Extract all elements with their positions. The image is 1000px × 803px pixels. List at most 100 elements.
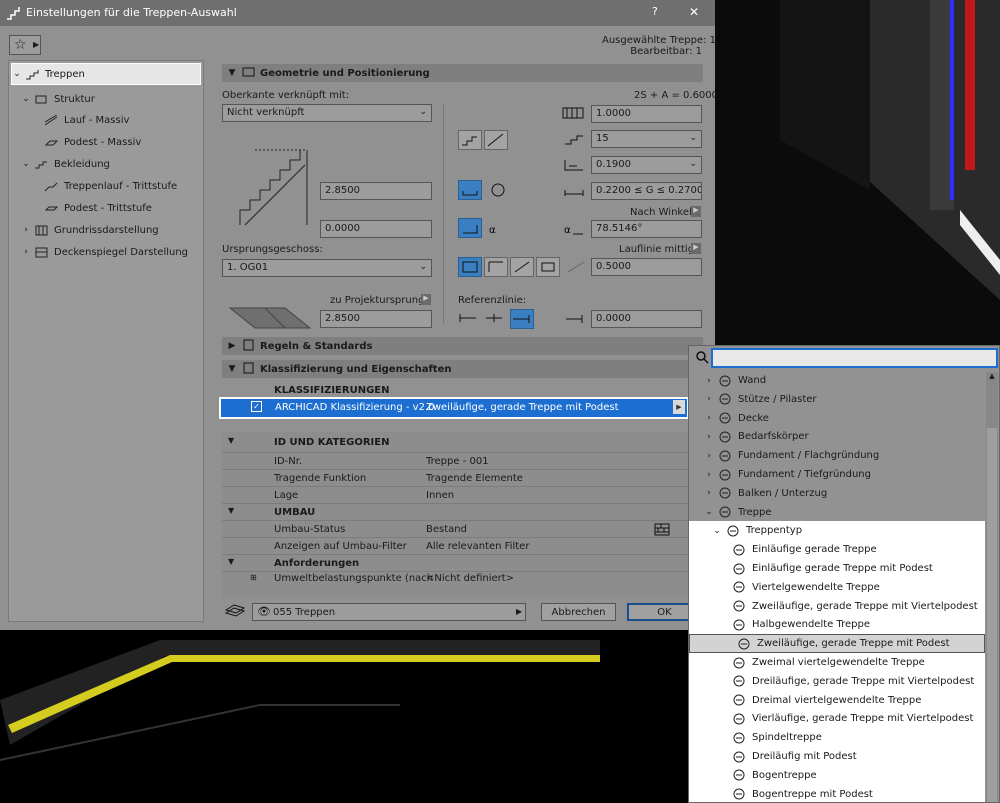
scroll-up-icon[interactable]: ▲ (986, 372, 998, 384)
tree-leaf[interactable]: Einläufige gerade Treppe (689, 540, 985, 560)
risers-select[interactable]: 15 ⌄ (591, 130, 702, 148)
sidebar-item-label: Podest - Massiv (64, 136, 142, 148)
property-row[interactable]: Tragende Funktion Tragende Elemente (222, 469, 703, 486)
group-id-categories[interactable]: ▼ ID UND KATEGORIEN (222, 434, 703, 451)
checkbox-checked-icon[interactable]: ✓ (251, 401, 262, 412)
tree-leaf[interactable]: Einläufige gerade Treppe mit Podest (689, 559, 985, 578)
scrollbar[interactable]: ▲ (986, 372, 998, 802)
sidebar-item-podest-trittstufe[interactable]: Podest - Trittstufe (44, 198, 152, 218)
walkline-left-button[interactable] (484, 257, 508, 277)
classification-icon (738, 638, 751, 650)
close-button[interactable]: ✕ (689, 5, 699, 19)
classification-row[interactable]: ✓ ARCHICAD Klassifizierung - v2.0 Zweilä… (219, 397, 689, 419)
tree-category[interactable]: › Decke (689, 409, 985, 428)
sidebar-item-struktur[interactable]: ⌄ Struktur (21, 89, 95, 109)
tree-leaf[interactable]: Dreiläufige, gerade Treppe mit Viertelpo… (689, 671, 985, 691)
tree-category[interactable]: › Balken / Unterzug (689, 484, 985, 503)
flight-mode-button[interactable] (484, 130, 508, 150)
cancel-button[interactable]: Abbrechen (541, 603, 616, 621)
group-umbau[interactable]: ▼ UMBAU (222, 503, 703, 520)
sidebar-item-lauf-massiv[interactable]: Lauf - Massiv (44, 110, 129, 130)
tree-leaf[interactable]: Vierläufige, gerade Treppe mit Viertelpo… (689, 709, 985, 729)
chevron-right-icon[interactable]: › (703, 376, 715, 386)
panel-rules-header[interactable]: ▶ Regeln & Standards (222, 337, 703, 355)
offset-input[interactable]: 0.0000 (320, 220, 432, 238)
property-row[interactable]: Umbau-Status Bestand (222, 520, 703, 537)
scrollbar-thumb[interactable] (987, 428, 997, 802)
tree-leaf[interactable]: Bogentreppe mit Podest (689, 784, 985, 802)
property-row[interactable]: ⊞ Umweltbelastungspunkte (nach <Nicht de… (222, 571, 703, 583)
group-anforderungen[interactable]: ▼ Anforderungen (222, 554, 703, 571)
popup-search-input[interactable] (711, 348, 998, 368)
tree-category[interactable]: › Bedarfskörper (689, 427, 985, 446)
chevron-right-icon[interactable]: › (703, 432, 715, 442)
arrow-right-icon[interactable]: ▶ (691, 243, 701, 254)
reference-offset-input[interactable]: 0.0000 (591, 310, 702, 328)
property-row[interactable]: Lage Innen (222, 486, 703, 503)
walkline-right-button[interactable] (510, 257, 534, 277)
chevron-right-icon[interactable]: › (703, 451, 715, 461)
tree-leaf[interactable]: Spindeltreppe (689, 728, 985, 748)
property-row[interactable]: ID-Nr. Treppe - 001 (222, 452, 703, 469)
tree-leaf[interactable]: Halbgewendelte Treppe (689, 615, 985, 635)
tree-leaf[interactable]: Zweimal viertelgewendelte Treppe (689, 653, 985, 672)
reference-left-button[interactable] (458, 309, 482, 329)
sidebar-item-podest-massiv[interactable]: Podest - Massiv (44, 132, 142, 152)
arrow-right-icon[interactable]: ▶ (673, 400, 685, 414)
stair-height-input[interactable]: 2.8500 (320, 182, 432, 200)
reference-center-button[interactable] (484, 309, 508, 329)
classification-icon (719, 469, 732, 481)
tree-category[interactable]: › Fundament / Tiefgründung (689, 465, 985, 484)
sidebar-item-treppen[interactable]: ⌄ Treppen (11, 63, 201, 85)
chevron-down-icon[interactable]: ⌄ (703, 507, 715, 517)
sidebar-item-bekleidung[interactable]: ⌄ Bekleidung (21, 154, 110, 174)
classification-icon (719, 487, 732, 499)
tree-item-label: Einläufige gerade Treppe mit Podest (752, 563, 933, 574)
home-story-select[interactable]: 1. OG01 ⌄ (222, 259, 432, 277)
tree-leaf[interactable]: Viertelgewendelte Treppe (689, 577, 985, 597)
sidebar-item-deckenspiegel[interactable]: › Deckenspiegel Darstellung (21, 242, 188, 262)
chevron-right-icon[interactable]: › (703, 488, 715, 498)
help-button[interactable]: ? (652, 5, 658, 18)
chevron-right-icon[interactable]: › (703, 394, 715, 404)
riser-mode-button[interactable] (458, 130, 482, 150)
brick-icon[interactable] (654, 523, 670, 536)
walkline-center-button[interactable] (458, 257, 482, 277)
tree-leaf[interactable]: Zweiläufige, gerade Treppe mit Viertelpo… (689, 596, 985, 616)
stair-width-input[interactable]: 1.0000 (591, 105, 702, 123)
tree-category[interactable]: ⌄ Treppe (689, 503, 985, 522)
chevron-down-icon: ⌄ (22, 159, 30, 169)
tree-leaf[interactable]: Dreimal viertelgewendelte Treppe (689, 690, 985, 710)
tree-leaf[interactable]: Dreiläufig mit Podest (689, 747, 985, 766)
alpha-icon[interactable]: α (488, 222, 508, 236)
tree-category[interactable]: › Fundament / Flachgründung (689, 446, 985, 465)
tree-subcategory[interactable]: ⌄ Treppentyp (689, 521, 985, 541)
chevron-right-icon[interactable]: › (703, 470, 715, 480)
sidebar-item-treppenlauf-trittstufe[interactable]: Treppenlauf - Trittstufe (44, 176, 177, 196)
panel-geometry-header[interactable]: ▼ Geometrie und Positionierung (222, 64, 703, 82)
chevron-down-icon: ⌄ (22, 94, 30, 104)
stair-rule-icon[interactable] (488, 182, 508, 198)
favorites-button[interactable]: ☆ ▶ (9, 35, 41, 55)
tree-category[interactable]: › Stütze / Pilaster (689, 390, 985, 409)
arrow-right-icon[interactable]: ▶ (691, 206, 701, 217)
tree-leaf[interactable]: Bogentreppe (689, 765, 985, 785)
going-lock-button[interactable] (458, 180, 482, 200)
chevron-down-icon[interactable]: ⌄ (711, 526, 723, 536)
property-row[interactable]: Anzeigen auf Umbau-Filter Alle relevante… (222, 537, 703, 554)
project-zero-input[interactable]: 2.8500 (320, 310, 432, 328)
tree-leaf[interactable]: Zweiläufige, gerade Treppe mit Podest (689, 634, 985, 654)
sidebar-item-label: Podest - Trittstufe (64, 202, 152, 214)
sidebar-item-grundrissdarstellung[interactable]: › Grundrissdarstellung (21, 220, 158, 240)
property-key: Anzeigen auf Umbau-Filter (274, 541, 407, 552)
riser-height-select[interactable]: 0.1900 ⌄ (591, 156, 702, 174)
layer-select[interactable]: 👁 055 Treppen ▶ (252, 603, 526, 621)
panel-classification-header[interactable]: ▼ Klassifizierung und Eigenschaften (222, 360, 703, 378)
top-link-select[interactable]: Nicht verknüpft ⌄ (222, 104, 432, 122)
angle-lock-button[interactable] (458, 218, 482, 238)
arrow-right-icon[interactable]: ▶ (421, 294, 431, 305)
chevron-right-icon[interactable]: › (703, 413, 715, 423)
reference-right-button[interactable] (510, 309, 534, 329)
tree-category[interactable]: › Wand (689, 371, 985, 390)
walkline-custom-button[interactable] (536, 257, 560, 277)
